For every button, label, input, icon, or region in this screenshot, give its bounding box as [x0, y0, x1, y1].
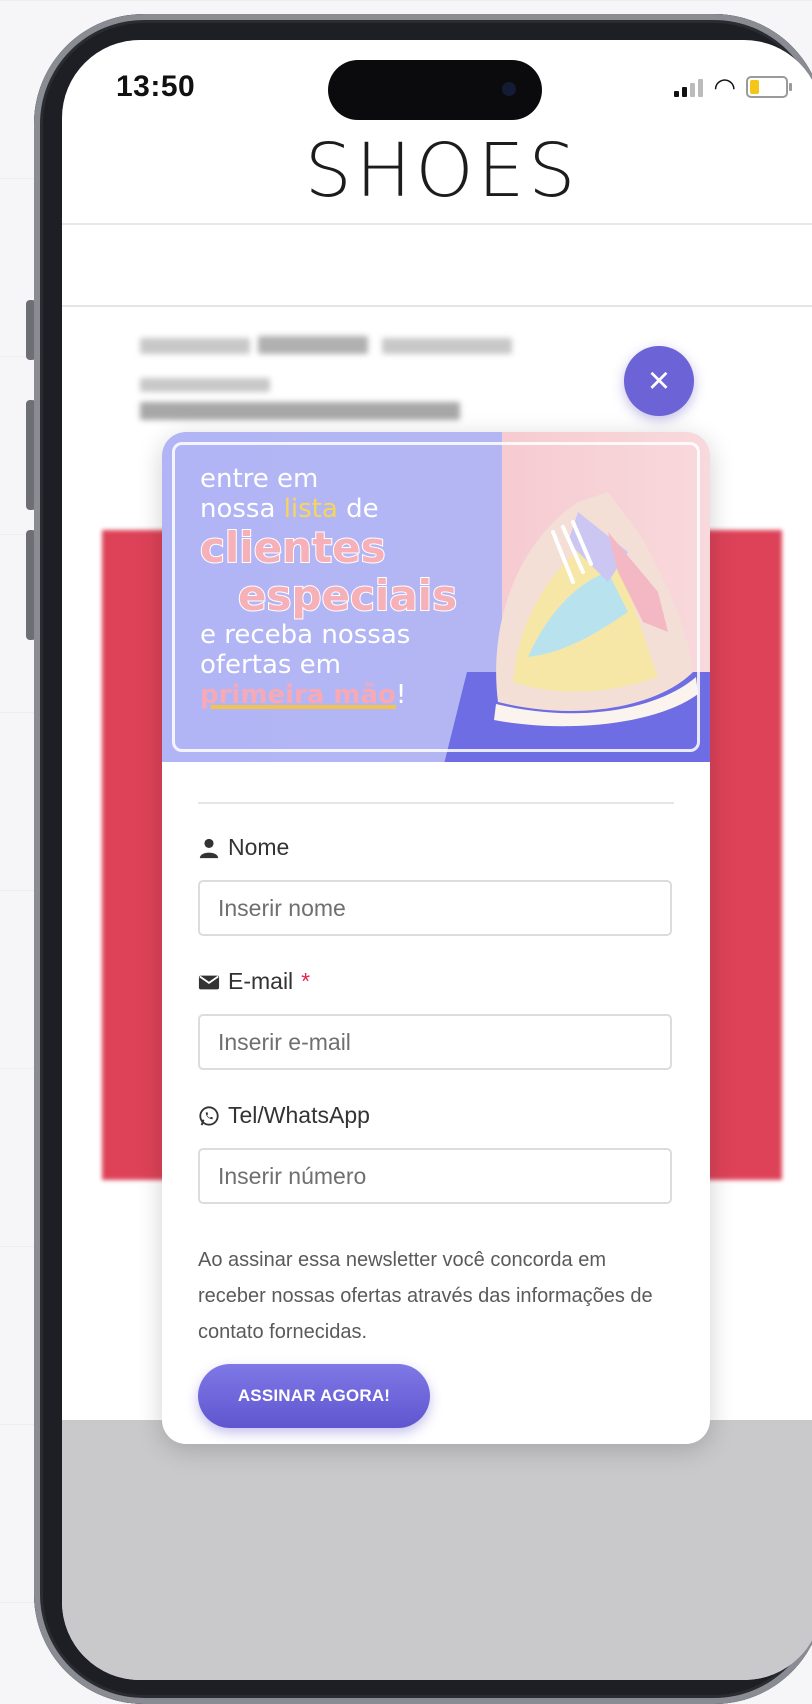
banner-headline: entre em nossa lista de clientes especia… — [199, 464, 458, 710]
consent-text: Ao assinar essa newsletter você concorda… — [198, 1249, 653, 1343]
phone-input[interactable] — [198, 1148, 672, 1204]
form-divider — [198, 802, 674, 804]
banner-big-2: especiais — [237, 571, 458, 621]
wifi-icon: ◠ — [713, 72, 736, 102]
newsletter-popup: entre em nossa lista de clientes especia… — [162, 432, 710, 1444]
banner-line-1: entre em — [200, 464, 319, 494]
bottom-shade — [62, 1420, 812, 1680]
battery-icon — [746, 76, 792, 98]
required-mark: * — [301, 968, 311, 994]
banner-line-4: ofertas em — [200, 650, 342, 680]
phone-label: Tel/WhatsApp — [198, 1102, 370, 1129]
phone-screen: 13:50 ◠ SHOES × entre em nossa lista de … — [62, 40, 812, 1680]
banner-line-2: nossa lista de — [200, 494, 379, 524]
banner-line-3: e receba nossas — [200, 620, 411, 650]
nav-bar — [62, 225, 812, 305]
name-input[interactable] — [198, 880, 672, 936]
envelope-icon — [198, 975, 220, 989]
status-icons: ◠ — [674, 72, 792, 102]
banner-big-1: clientes — [199, 523, 387, 573]
email-label: E-mail * — [198, 968, 310, 995]
store-logo[interactable]: SHOES — [62, 128, 812, 214]
status-time: 13:50 — [116, 70, 196, 103]
whatsapp-icon — [199, 1105, 219, 1126]
camera-icon — [502, 82, 516, 96]
banner-line-5: primeira mão! — [200, 680, 407, 710]
close-button[interactable]: × — [624, 346, 694, 416]
subscribe-button[interactable]: ASSINAR AGORA! — [198, 1364, 430, 1428]
promo-banner: entre em nossa lista de clientes especia… — [162, 432, 710, 762]
dynamic-island — [328, 60, 542, 120]
name-label: Nome — [198, 834, 289, 861]
email-input[interactable] — [198, 1014, 672, 1070]
signal-icon — [674, 77, 704, 97]
user-icon — [199, 838, 219, 858]
